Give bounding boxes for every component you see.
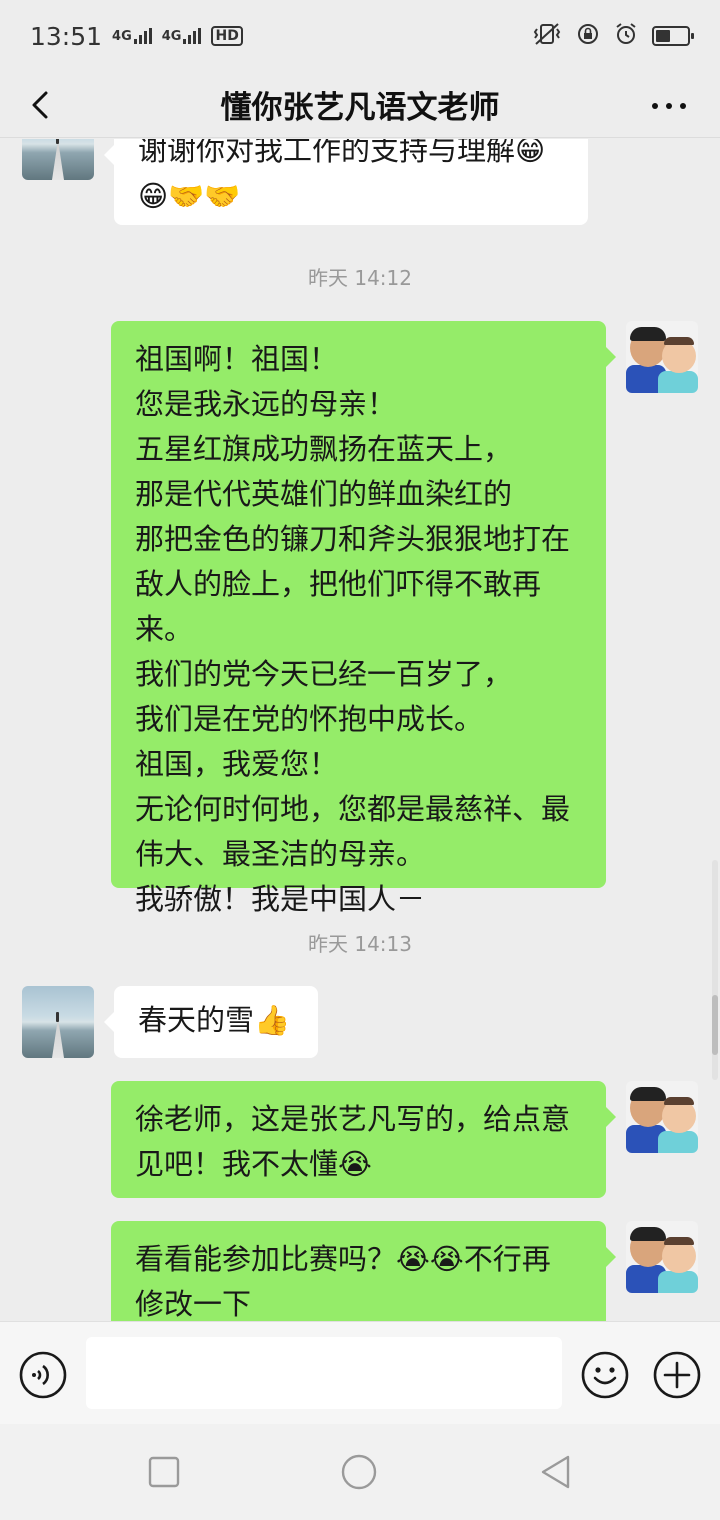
scrollbar-thumb[interactable] bbox=[712, 995, 718, 1055]
message-bubble-outgoing[interactable]: 看看能参加比赛吗？😭😭不行再 修改一下 bbox=[111, 1221, 616, 1321]
input-bar bbox=[0, 1321, 720, 1424]
status-time: 13:51 bbox=[30, 21, 103, 51]
system-navigation-bar bbox=[0, 1424, 720, 1520]
battery-icon bbox=[652, 26, 694, 46]
voice-icon[interactable] bbox=[18, 1350, 68, 1400]
emoji-icon[interactable] bbox=[580, 1350, 630, 1400]
more-icon[interactable] bbox=[652, 103, 686, 109]
message-timestamp: 昨天 14:13 bbox=[308, 932, 412, 956]
signal-1-icon: 4G bbox=[112, 28, 152, 44]
message-list[interactable]: 谢谢你对我工作的支持与理解😁 😁🤝🤝 昨天 14:12 祖国啊！祖国！ 您是我永… bbox=[0, 139, 720, 1321]
message-bubble-outgoing[interactable]: 祖国啊！祖国！ 您是我永远的母亲！ 五星红旗成功飘扬在蓝天上， 那是代代英雄们的… bbox=[111, 321, 616, 916]
message-bubble-outgoing[interactable]: 徐老师，这是张艺凡写的，给点意 见吧！我不太懂😭 bbox=[111, 1081, 616, 1198]
lock-rotation-icon bbox=[576, 22, 600, 51]
chat-header: 懂你张艺凡语文老师 bbox=[0, 72, 720, 138]
message-timestamp: 昨天 14:12 bbox=[308, 266, 412, 290]
home-icon[interactable] bbox=[341, 1454, 377, 1490]
chat-title: 懂你张艺凡语文老师 bbox=[220, 90, 500, 126]
status-right bbox=[532, 22, 694, 51]
recent-apps-icon[interactable] bbox=[146, 1454, 182, 1490]
self-avatar[interactable] bbox=[626, 1081, 698, 1153]
contact-avatar[interactable] bbox=[22, 139, 94, 180]
self-avatar[interactable] bbox=[626, 321, 698, 393]
status-left: 13:51 4G 4G HD bbox=[30, 22, 243, 51]
network-type-2: 4G bbox=[161, 29, 182, 44]
signal-2-icon: 4G bbox=[162, 28, 202, 44]
message-bubble-incoming[interactable]: 春天的雪👍 bbox=[104, 986, 318, 1058]
hd-icon: HD bbox=[211, 26, 243, 46]
self-avatar[interactable] bbox=[626, 1221, 698, 1293]
message-bubble-incoming[interactable]: 谢谢你对我工作的支持与理解😁 😁🤝🤝 bbox=[104, 139, 588, 225]
plus-icon[interactable] bbox=[652, 1350, 702, 1400]
message-input[interactable] bbox=[86, 1337, 562, 1409]
alarm-icon bbox=[614, 22, 638, 51]
status-bar: 13:51 4G 4G HD bbox=[0, 0, 720, 72]
contact-avatar[interactable] bbox=[22, 986, 94, 1058]
network-type-1: 4G bbox=[112, 29, 132, 44]
vibrate-icon bbox=[532, 22, 562, 51]
back-icon[interactable] bbox=[24, 87, 60, 123]
back-triangle-icon[interactable] bbox=[538, 1454, 574, 1490]
